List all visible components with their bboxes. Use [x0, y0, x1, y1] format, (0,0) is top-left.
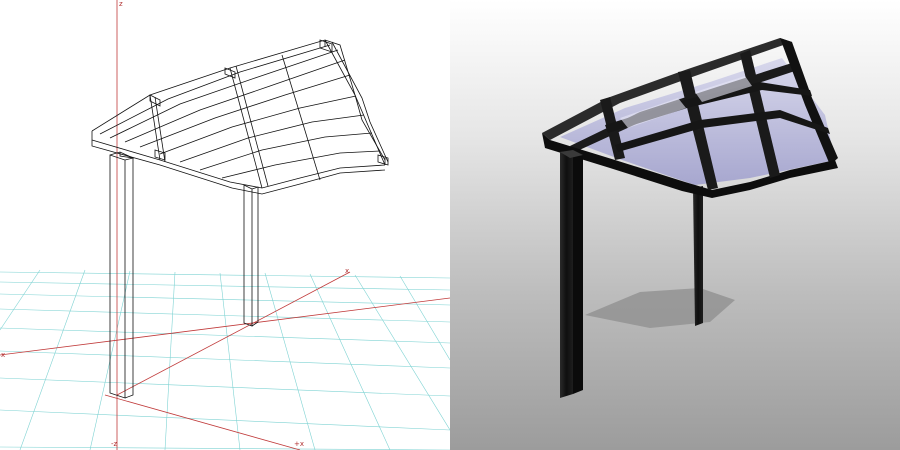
wireframe-scene [0, 0, 450, 450]
carport-wireframe-icon [91, 39, 389, 399]
render-viewport[interactable] [450, 0, 900, 450]
axis-label-right: x [345, 267, 350, 275]
render-scene [542, 38, 838, 398]
canvas: z x x -z +x [0, 0, 900, 450]
axis-label-left: x [1, 351, 6, 359]
scene-axes [0, 0, 450, 450]
carport-shaded-icon [542, 38, 838, 398]
axis-label-top: z [119, 0, 123, 8]
axis-label-bottom-right: +x [294, 440, 305, 448]
wireframe-viewport[interactable]: z x x -z +x [0, 0, 450, 450]
axis-label-bottom-left: -z [111, 440, 118, 448]
ground-grid [0, 269, 450, 450]
ground-shadow [585, 288, 735, 328]
